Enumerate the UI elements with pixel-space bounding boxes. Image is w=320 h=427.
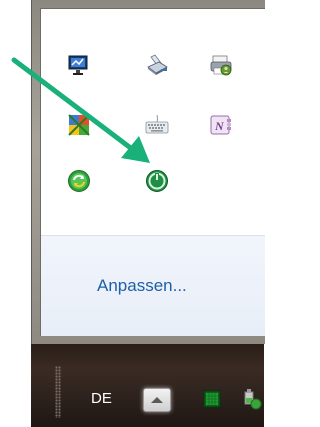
green-square-icon[interactable] bbox=[203, 390, 221, 408]
battery-power-icon[interactable] bbox=[243, 388, 264, 410]
show-hidden-icons-button[interactable] bbox=[143, 388, 171, 412]
taskbar-grip[interactable] bbox=[55, 366, 61, 418]
language-indicator[interactable]: DE bbox=[91, 390, 112, 407]
taskbar: DE bbox=[31, 344, 264, 427]
chevron-up-icon bbox=[151, 397, 163, 403]
